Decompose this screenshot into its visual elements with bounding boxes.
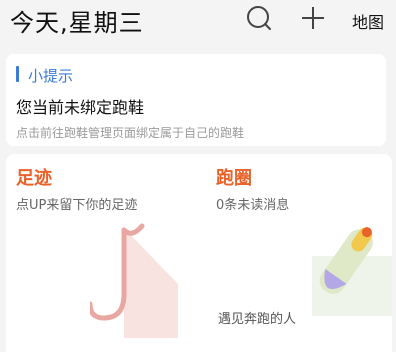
top-header: 今天,星期三 地图 [0,0,396,46]
map-link[interactable]: 地图 [352,9,384,33]
feature-tiles: 足迹 点UP来留下你的足迹 跑圈 0条未读消息 遇见奔跑的人 [6,154,392,352]
run-circle-tile[interactable]: 跑圈 0条未读消息 遇见奔跑的人 [206,154,392,352]
footprint-icon [87,214,194,348]
tip-title: 小提示 [28,67,74,85]
tip-detail: 点击前往跑鞋管理页面绑定属于自己的跑鞋 [16,126,245,140]
tip-message: 您当前未绑定跑鞋 [16,98,145,117]
tip-accent-bar [16,66,19,82]
run-circle-subtitle: 0条未读消息 [216,198,290,213]
shoe-icon [302,216,392,320]
run-circle-title: 跑圈 [216,168,252,189]
footprint-title: 足迹 [16,168,52,189]
footprint-tile[interactable]: 足迹 点UP来留下你的足迹 [6,154,206,352]
search-icon[interactable] [244,3,274,37]
add-icon[interactable] [298,3,328,37]
footprint-subtitle: 点UP来留下你的足迹 [16,198,138,213]
page-title: 今天,星期三 [10,9,144,37]
run-circle-footer: 遇见奔跑的人 [218,312,297,327]
tip-card[interactable]: 小提示 您当前未绑定跑鞋 点击前往跑鞋管理页面绑定属于自己的跑鞋 [6,54,386,146]
